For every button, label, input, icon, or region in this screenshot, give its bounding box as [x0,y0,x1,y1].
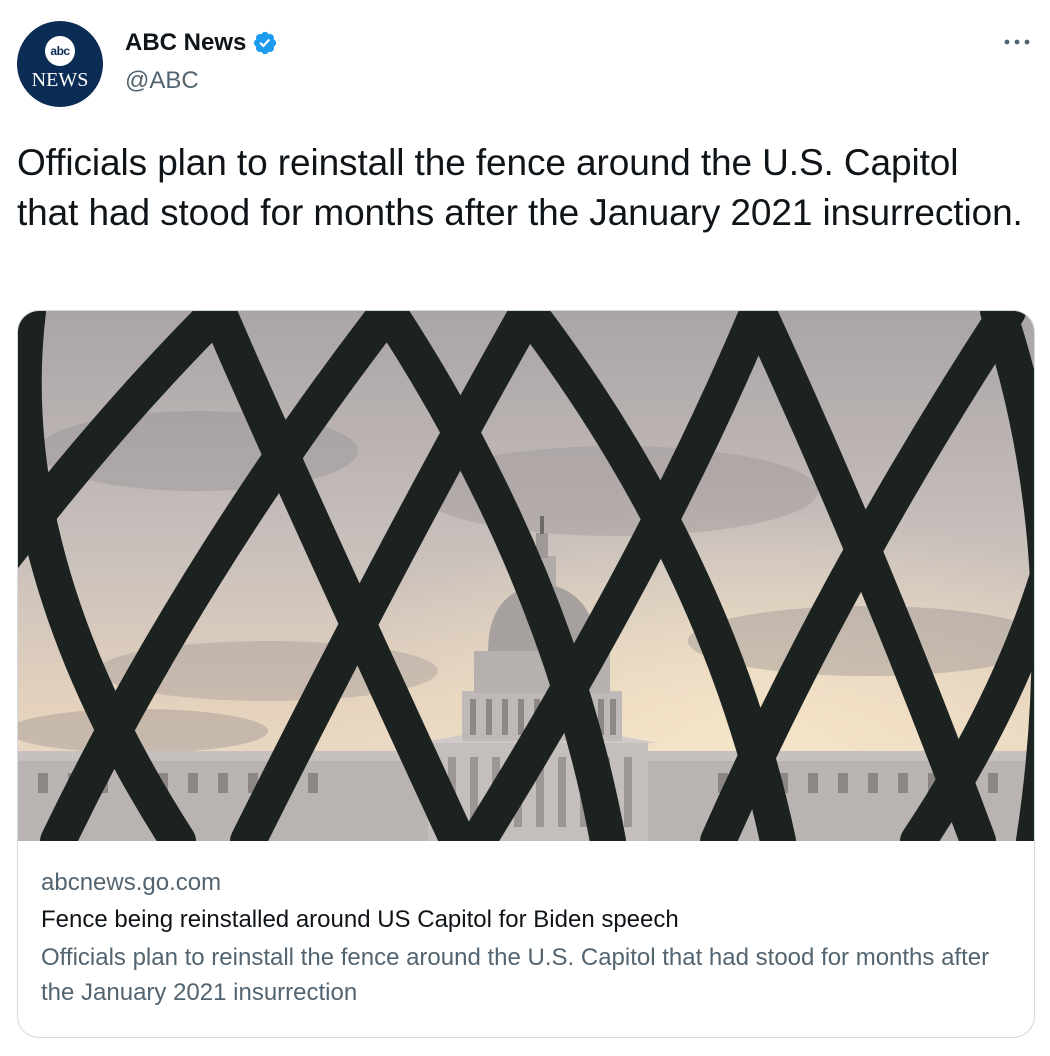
author-block: ABC News @ABC [125,28,278,96]
card-description: Officials plan to reinstall the fence ar… [41,944,990,1006]
author-name[interactable]: ABC News [125,28,246,58]
more-options-icon[interactable] [1002,32,1032,52]
avatar[interactable]: abc NEWS [17,21,103,107]
abc-logo-badge: abc [45,36,75,66]
author-handle[interactable]: @ABC [125,66,278,96]
link-card[interactable]: abcnews.go.com Fence being reinstalled a… [17,310,1035,1038]
card-image[interactable] [18,311,1034,841]
verified-badge-icon [254,31,277,55]
card-title: Fence being reinstalled around US Capito… [41,906,679,933]
card-meta: abcnews.go.com Fence being reinstalled a… [41,867,1011,1010]
card-domain: abcnews.go.com [41,869,222,896]
tweet-text: Officials plan to reinstall the fence ar… [17,142,1023,233]
avatar-news-text: NEWS [31,69,89,91]
author-name-row: ABC News [125,28,278,58]
